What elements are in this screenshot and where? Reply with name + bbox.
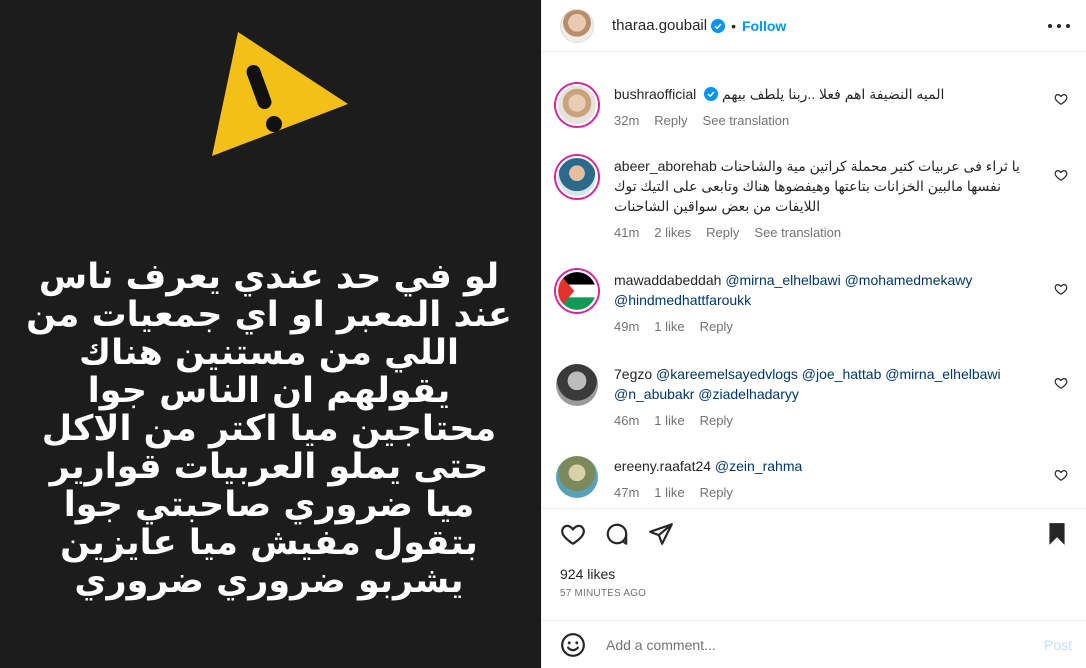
post-media[interactable]: لو في حد عندي يعرف ناس عند المعبر او اي … [0, 0, 541, 668]
comment-time[interactable]: 32m [614, 111, 639, 131]
see-translation-button[interactable]: See translation [703, 111, 790, 131]
comment-likes[interactable]: 2 likes [654, 223, 691, 243]
comment-text: الميه النضيفة اهم فعلا ..ربنا يلطف بيهم [722, 86, 945, 102]
commenter-username[interactable]: 7egzo [614, 366, 652, 382]
reply-button[interactable]: Reply [654, 111, 687, 131]
verified-badge-icon [704, 87, 719, 101]
reply-button[interactable]: Reply [700, 317, 733, 337]
comment-time[interactable]: 46m [614, 411, 639, 431]
comment-mentions[interactable]: @kareemelsayedvlogs @joe_hattab @mirna_e… [614, 366, 1001, 402]
commenter-username[interactable]: ereeny.raafat24 [614, 458, 711, 474]
comment-likes[interactable]: 1 like [654, 411, 684, 431]
story-line: بتقول مفيش ميا عايزين [60, 523, 478, 563]
story-line: يشربو ضروري ضروري [74, 561, 464, 601]
post-header: tharaa.goubail • Follow [542, 0, 1086, 52]
post-comment-button[interactable]: Post [1044, 637, 1072, 653]
warning-triangle-icon [212, 32, 348, 156]
story-line: اللي من مستنين هناك [79, 333, 459, 373]
like-comment-heart-icon[interactable] [1054, 376, 1068, 390]
verified-badge-icon [711, 18, 726, 33]
comment-likes[interactable]: 1 like [654, 483, 684, 500]
post-timestamp[interactable]: 57 MINUTES AGO [560, 588, 646, 599]
post-actions-bar [542, 508, 1086, 558]
comment-likes[interactable]: 1 like [654, 317, 684, 337]
comments-list[interactable]: bushraofficial الميه النضيفة اهم فعلا ..… [542, 60, 1086, 500]
post-side-panel: tharaa.goubail • Follow bushraofficial ا… [541, 0, 1086, 668]
comment-time[interactable]: 41m [614, 223, 639, 243]
add-comment-input[interactable] [606, 636, 1044, 653]
story-line: محتاجين ميا اكتر من الاكل [41, 409, 497, 449]
story-line: لو في حد عندي يعرف ناس [38, 257, 500, 297]
commenter-avatar[interactable] [556, 84, 598, 126]
comment-item: mawaddabeddah @mirna_elhelbawi @mohamedm… [556, 270, 1072, 337]
like-comment-heart-icon[interactable] [1054, 92, 1068, 106]
story-line: حتى يملو العربيات قوارير [49, 447, 489, 487]
see-translation-button[interactable]: See translation [754, 223, 841, 243]
separator-dot: • [731, 17, 736, 34]
commenter-avatar[interactable] [556, 456, 598, 498]
commenter-username[interactable]: mawaddabeddah [614, 272, 721, 288]
comment-time[interactable]: 47m [614, 483, 639, 500]
like-comment-heart-icon[interactable] [1054, 468, 1068, 482]
comment-time[interactable]: 49m [614, 317, 639, 337]
like-comment-heart-icon[interactable] [1054, 282, 1068, 296]
story-line: عند المعبر او اي جمعيات من [26, 295, 512, 335]
like-heart-icon[interactable] [560, 521, 586, 547]
comment-item: bushraofficial الميه النضيفة اهم فعلا ..… [556, 84, 1072, 131]
reply-button[interactable]: Reply [700, 483, 733, 500]
like-comment-heart-icon[interactable] [1054, 168, 1068, 182]
author-username[interactable]: tharaa.goubail [612, 17, 707, 34]
comment-item: 7egzo @kareemelsayedvlogs @joe_hattab @m… [556, 364, 1072, 431]
story-caption: لو في حد عندي يعرف ناس عند المعبر او اي … [22, 258, 516, 600]
reply-button[interactable]: Reply [706, 223, 739, 243]
more-options-icon[interactable] [1048, 16, 1070, 36]
comment-bubble-icon[interactable] [604, 521, 630, 547]
emoji-icon[interactable] [560, 632, 586, 658]
save-bookmark-icon[interactable] [1044, 521, 1070, 547]
commenter-username[interactable]: bushraofficial [614, 86, 696, 102]
story-line: يقولهم ان الناس جوا [87, 371, 451, 411]
story-line: ميا ضروري صاحبتي جوا [63, 485, 475, 525]
follow-button[interactable]: Follow [742, 18, 786, 34]
comment-item: abeer_aborehab يا ثراء فى عربيات كتير مح… [556, 156, 1072, 243]
commenter-avatar[interactable] [556, 156, 598, 198]
palestine-flag-avatar[interactable] [556, 270, 598, 312]
commenter-avatar[interactable] [556, 364, 598, 406]
commenter-username[interactable]: abeer_aborehab [614, 158, 717, 174]
add-comment-bar: Post [542, 620, 1086, 668]
author-avatar[interactable] [560, 8, 594, 43]
likes-count[interactable]: 924 likes [560, 566, 615, 582]
share-send-icon[interactable] [648, 521, 674, 547]
comment-item: ereeny.raafat24 @zein_rahma 47m 1 like R… [556, 456, 1072, 500]
comment-mentions[interactable]: @zein_rahma [715, 458, 802, 474]
reply-button[interactable]: Reply [700, 411, 733, 431]
